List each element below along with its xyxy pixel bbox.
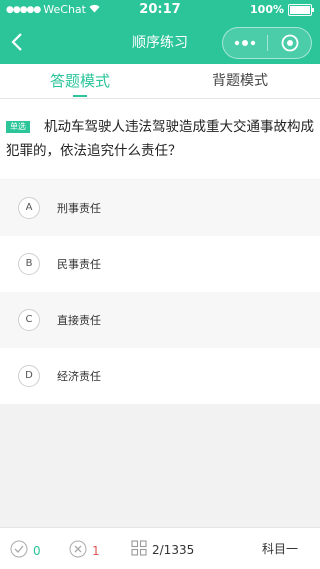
option-text: 直接责任 [57, 314, 101, 327]
wrong-counter[interactable]: 1 [69, 540, 100, 561]
option-key: A [18, 197, 40, 219]
active-tab-indicator [73, 95, 87, 97]
battery-percent: 100% [250, 3, 284, 16]
question-text: 机动车驾驶人违法驾驶造成重大交通事故构成犯罪的，依法追究什么责任？ [6, 119, 314, 159]
correct-counter[interactable]: 0 [10, 540, 41, 561]
option-key: C [18, 309, 40, 331]
option-d[interactable]: D 经济责任 [0, 348, 320, 404]
cross-icon [69, 540, 87, 561]
capsule-menu [222, 27, 312, 59]
question-type-badge: 单选 [6, 121, 30, 133]
more-icon[interactable] [223, 28, 267, 58]
option-b[interactable]: B 民事责任 [0, 236, 320, 292]
option-text: 刑事责任 [57, 202, 101, 215]
option-c[interactable]: C 直接责任 [0, 292, 320, 348]
progress-text: 2/1335 [152, 542, 195, 557]
question-index-button[interactable]: 2/1335 [131, 540, 194, 559]
nav-bar: 顺序练习 [0, 20, 320, 64]
option-key: B [18, 253, 40, 275]
subject-selector[interactable]: 科目一 [262, 540, 298, 557]
tab-answer-mode[interactable]: 答题模式 [0, 64, 160, 98]
mode-tabs: 答题模式 背题模式 [0, 64, 320, 99]
question-text-block: 单选 机动车驾驶人违法驾驶造成重大交通事故构成犯罪的，依法追究什么责任？ [6, 115, 314, 163]
bottom-bar: 0 1 2/1335 科目一 [0, 527, 320, 569]
battery-indicator: 100% [250, 3, 314, 16]
close-circle-icon[interactable] [268, 28, 311, 58]
status-bar: ●●●●● WeChat 20:17 100% [0, 0, 320, 20]
check-icon [10, 540, 28, 561]
correct-count: 0 [33, 543, 41, 558]
option-text: 民事责任 [57, 258, 101, 271]
option-key: D [18, 365, 40, 387]
tab-memorize-mode[interactable]: 背题模式 [160, 64, 320, 98]
grid-icon [131, 540, 147, 559]
option-a[interactable]: A 刑事责任 [0, 180, 320, 236]
option-text: 经济责任 [57, 370, 101, 383]
battery-icon [288, 3, 314, 16]
question-card: 单选 机动车驾驶人违法驾驶造成重大交通事故构成犯罪的，依法追究什么责任？ [0, 99, 320, 179]
subject-label: 科目一 [262, 542, 299, 556]
wrong-count: 1 [92, 543, 100, 558]
